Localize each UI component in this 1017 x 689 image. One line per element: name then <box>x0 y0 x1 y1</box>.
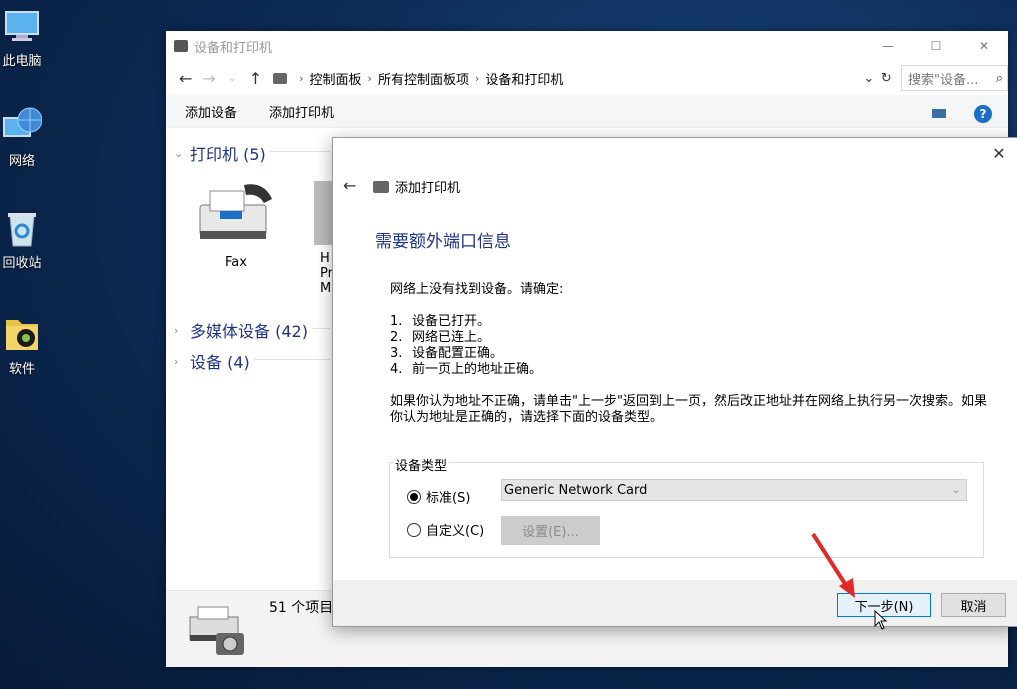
search-icon: ⌕ <box>995 70 1003 86</box>
dialog-title: 添加打印机 <box>373 177 460 196</box>
breadcrumb-separator: › <box>299 71 304 85</box>
back-arrow-icon[interactable]: ← <box>174 69 197 88</box>
window-controls: — ☐ ✕ <box>864 31 1008 61</box>
dialog-heading: 需要额外端口信息 <box>375 232 511 252</box>
breadcrumb-item[interactable]: 所有控制面板项 <box>378 69 469 88</box>
chevron-right-icon: › <box>174 323 179 337</box>
address-bar[interactable]: › 控制面板 › 所有控制面板项 › 设备和打印机 <box>273 66 860 90</box>
intro-text: 网络上没有找到设备。请确定: <box>390 282 564 297</box>
recent-chevron-icon[interactable]: ⌄ <box>221 73 244 84</box>
group-divider <box>312 328 330 329</box>
device-name: H <box>320 251 330 266</box>
instruction-paragraph: 如果你认为地址不正确，请单击"上一步"返回到上一页，然后改正地址并在网络上执行另… <box>390 394 987 425</box>
desktop-icon-network[interactable]: 网络 <box>0 106 44 169</box>
printer-icon <box>373 180 389 193</box>
breadcrumb-item[interactable]: 控制面板 <box>310 69 362 88</box>
computer-icon <box>2 6 42 46</box>
add-device-button[interactable]: 添加设备 <box>185 102 237 121</box>
printer-icon <box>314 181 332 245</box>
device-name: Fax <box>225 255 247 270</box>
maximize-button[interactable]: ☐ <box>912 31 960 61</box>
device-name-line: M <box>320 281 332 296</box>
command-bar: 添加设备 添加打印机 <box>166 95 1008 128</box>
standard-device-select[interactable]: Generic Network Card ⌄ <box>501 479 967 501</box>
add-printer-button[interactable]: 添加打印机 <box>269 102 334 121</box>
desktop-icon-label: 此电脑 <box>2 54 42 69</box>
standard-radio[interactable]: 标准(S) <box>407 487 470 506</box>
desktop-icon-software[interactable]: 软件 <box>0 314 44 377</box>
cancel-button[interactable]: 取消 <box>941 593 1006 617</box>
group-divider <box>254 359 330 360</box>
group-header-printers[interactable]: ⌄ 打印机 (5) <box>174 141 266 165</box>
forward-arrow-icon[interactable]: → <box>197 69 220 88</box>
device-tile-fax[interactable]: Fax <box>194 181 278 270</box>
device-type-label: 设备类型 <box>393 455 450 474</box>
check-list: 1. 设备已打开。 2. 网络已连上。 3. 设备配置正确。 4. 前一页上的地址正确。 <box>390 314 990 378</box>
item-count: 51 个项目 <box>269 600 334 616</box>
dialog-footer: 下一步(N) 取消 <box>333 580 1017 626</box>
minimize-button[interactable]: — <box>864 31 912 61</box>
desktop-icon-label: 回收站 <box>2 256 42 271</box>
chevron-down-icon: ⌄ <box>174 146 184 160</box>
list-item: 3. 设备配置正确。 <box>390 346 504 361</box>
radio-button-checked[interactable] <box>407 489 421 504</box>
radio-button[interactable] <box>407 522 421 537</box>
back-arrow-icon[interactable]: ← <box>343 176 356 195</box>
recycle-bin-icon <box>2 208 42 248</box>
fax-icon <box>199 184 272 239</box>
search-placeholder: 搜索"设备... <box>908 72 979 88</box>
mouse-cursor-icon <box>874 610 888 630</box>
window-title: 设备和打印机 <box>194 40 273 56</box>
address-row: ← → ⌄ ↑ › 控制面板 › 所有控制面板项 › 设备和打印机 ⌄ ↻ 搜索… <box>166 61 1008 95</box>
desktop-icon-label: 网络 <box>8 154 35 169</box>
folder-icon <box>2 314 42 354</box>
group-header-multimedia[interactable]: › 多媒体设备 (42) <box>174 318 308 342</box>
breadcrumb-item[interactable]: 设备和打印机 <box>485 69 563 88</box>
refresh-icon[interactable]: ↻ <box>878 71 895 86</box>
device-type-group: 设备类型 标准(S) Generic Network Card ⌄ 自定义(C)… <box>389 455 984 558</box>
close-icon[interactable]: ✕ <box>989 144 1009 163</box>
control-panel-icon <box>273 72 288 84</box>
device-name-line: Pr <box>320 266 332 281</box>
search-input[interactable]: 搜索"设备... ⌕ <box>901 65 1008 91</box>
dialog-body: 网络上没有找到设备。请确定: 1. 设备已打开。 2. 网络已连上。 3. 设备配置正… <box>390 282 990 426</box>
network-icon <box>2 106 43 146</box>
devices-printers-large-icon <box>189 606 244 655</box>
device-tile-printer[interactable]: H Pr M <box>308 181 332 296</box>
list-item: 1. 设备已打开。 <box>390 314 491 329</box>
help-icon[interactable]: ? <box>974 105 992 123</box>
desktop-icon-recycle-bin[interactable]: 回收站 <box>0 208 44 271</box>
custom-radio[interactable]: 自定义(C) <box>407 520 484 539</box>
devices-printers-icon <box>174 40 188 52</box>
list-item: 4. 前一页上的地址正确。 <box>390 362 543 377</box>
list-item: 2. 网络已连上。 <box>390 330 491 345</box>
group-header-devices[interactable]: › 设备 (4) <box>174 349 250 373</box>
up-arrow-icon[interactable]: ↑ <box>244 69 267 88</box>
settings-button[interactable]: 设置(E)... <box>501 516 600 545</box>
chevron-down-icon[interactable]: ⌄ <box>860 71 877 86</box>
breadcrumb-separator: › <box>474 71 480 85</box>
group-divider <box>270 151 330 152</box>
chevron-down-icon: ⌄ <box>951 484 960 496</box>
breadcrumb-separator: › <box>367 71 372 85</box>
chevron-right-icon: › <box>174 354 179 368</box>
annotation-arrow-icon <box>811 532 855 598</box>
desktop-icon-computer[interactable]: 此电脑 <box>0 6 44 69</box>
view-options-icon[interactable] <box>932 109 946 118</box>
close-button[interactable]: ✕ <box>960 31 1008 61</box>
desktop-icon-label: 软件 <box>8 362 35 377</box>
add-printer-dialog: ✕ ← 添加打印机 需要额外端口信息 网络上没有找到设备。请确定: 1. 设备已打… <box>332 137 1017 627</box>
